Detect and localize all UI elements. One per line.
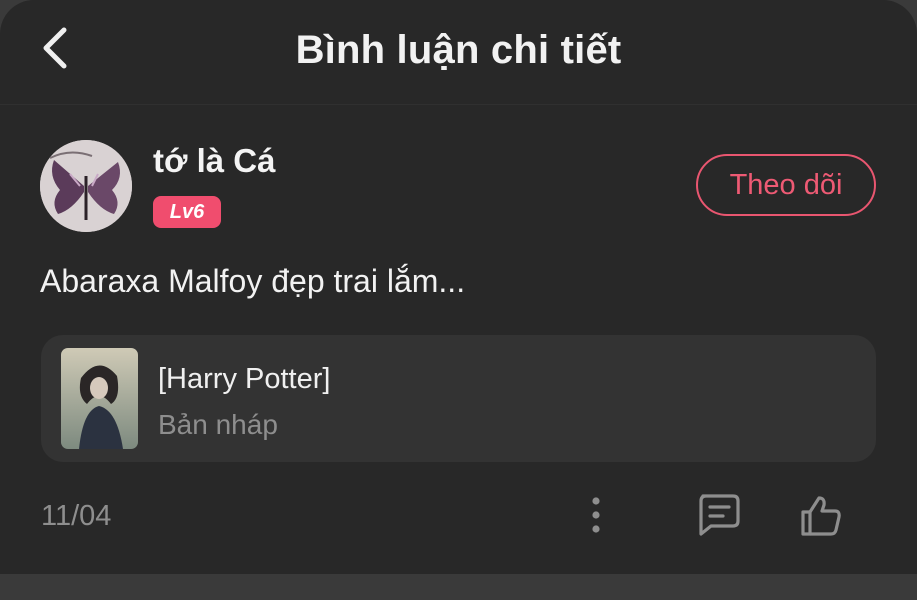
avatar[interactable] [40, 140, 132, 232]
like-button[interactable] [795, 490, 847, 542]
level-badge: Lv6 [153, 196, 221, 228]
follow-button[interactable]: Theo dõi [696, 154, 876, 216]
more-vertical-icon [592, 497, 600, 533]
page-title: Bình luận chi tiết [295, 28, 622, 72]
more-options-button[interactable] [576, 493, 616, 539]
story-card[interactable]: [Harry Potter] Bản nháp [41, 335, 876, 462]
comment-detail-panel: Bình luận chi tiết tớ là Cá Lv6 Theo dõi… [0, 0, 917, 574]
butterfly-avatar-image [40, 140, 132, 232]
username[interactable]: tớ là Cá [153, 142, 276, 180]
reply-button[interactable] [693, 490, 743, 540]
story-cover-image [61, 348, 138, 449]
header: Bình luận chi tiết [0, 0, 917, 105]
story-title: [Harry Potter] [158, 363, 331, 395]
comment-icon [699, 494, 740, 536]
comment-date: 11/04 [41, 500, 112, 532]
thumbs-up-icon [801, 496, 841, 536]
comment-text: Abaraxa Malfoy đẹp trai lắm... [40, 263, 466, 299]
story-status: Bản nháp [158, 409, 278, 440]
